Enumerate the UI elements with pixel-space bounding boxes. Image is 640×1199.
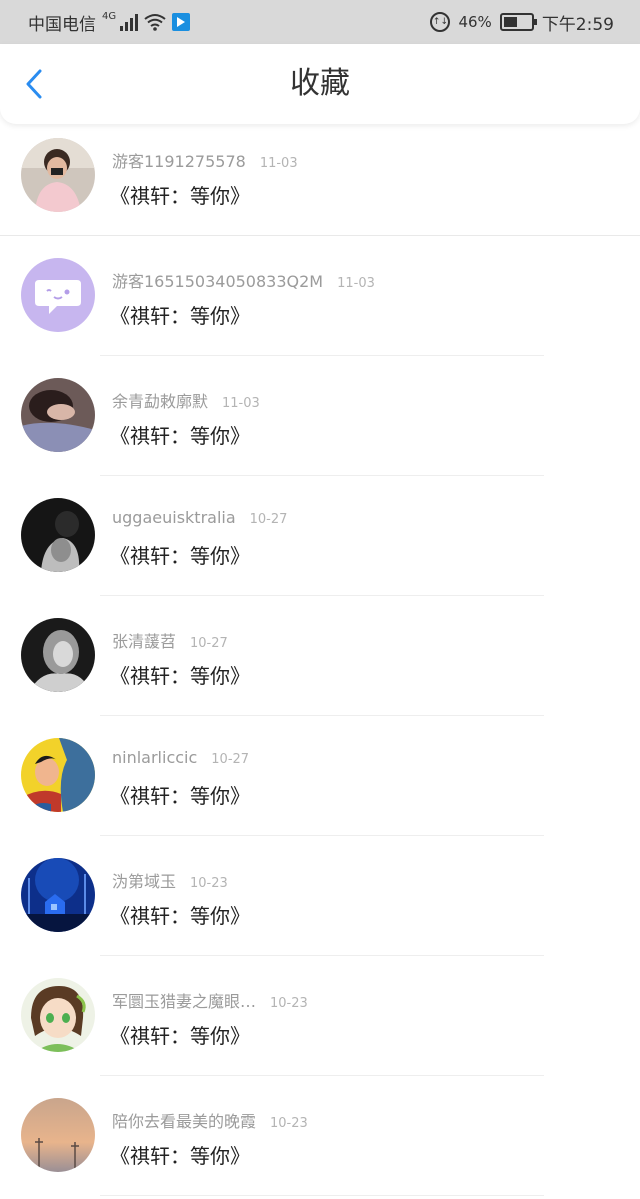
avatar [21, 498, 95, 572]
date: 10-23 [190, 876, 228, 891]
username: 游客1191275578 [112, 152, 246, 171]
status-right: ↑↓ 46% 下午2:59 [430, 11, 614, 35]
item-meta: 游客1191275578 11-03 [112, 148, 298, 172]
item-meta: 张清蘐苕 10-27 [112, 628, 228, 652]
list-item[interactable]: 军圜玉猎妻之魔眼… 10-23 《祺轩：等你》 [0, 956, 640, 1076]
username: 余青勐敕廓默 [112, 392, 209, 411]
header-bar: 收藏 [0, 44, 640, 124]
avatar [21, 138, 95, 212]
page-title: 收藏 [290, 66, 350, 101]
username: 陪你去看最美的晚霞 [112, 1112, 257, 1131]
work-title: 《祺轩：等你》 [110, 1024, 250, 1048]
username: 沩第域玉 [112, 872, 177, 891]
network-type: 4G [102, 10, 117, 22]
work-title: 《祺轩：等你》 [110, 304, 250, 328]
date: 10-27 [211, 752, 250, 767]
work-title: 《祺轩：等你》 [110, 784, 250, 808]
divider [100, 1195, 544, 1196]
list-item[interactable]: 陪你去看最美的晚霞 10-23 《祺轩：等你》 [0, 1076, 640, 1196]
avatar [21, 1098, 95, 1172]
signal-icon [120, 13, 139, 31]
username: 游客16515034050833Q2M [112, 272, 324, 291]
list-item[interactable]: 游客1191275578 11-03 《祺轩：等你》 [0, 124, 640, 236]
carrier-label: 中国电信 [28, 14, 96, 35]
work-title: 《祺轩：等你》 [110, 184, 250, 208]
battery-icon [499, 13, 537, 31]
work-title: 《祺轩：等你》 [110, 424, 250, 448]
avatar [21, 738, 95, 812]
item-meta: ninlarliccic 10-27 [112, 748, 249, 767]
date: 11-03 [259, 156, 298, 171]
nfc-icon [172, 13, 191, 31]
item-meta: 军圜玉猎妻之魔眼… 10-23 [112, 988, 308, 1012]
status-left: 中国电信 4G [28, 10, 191, 35]
date: 11-03 [337, 276, 375, 291]
list-item[interactable]: uggaeuisktralia 10-27 《祺轩：等你》 [0, 476, 640, 596]
status-bar: 中国电信 4G ↑↓ 46% 下午2:59 [0, 0, 640, 44]
item-meta: 沩第域玉 10-23 [112, 868, 228, 892]
list-item[interactable]: 沩第域玉 10-23 《祺轩：等你》 [0, 836, 640, 956]
date: 11-03 [222, 396, 260, 411]
avatar [21, 258, 95, 332]
avatar [21, 978, 95, 1052]
date: 10-23 [270, 996, 308, 1011]
work-title: 《祺轩：等你》 [110, 664, 250, 688]
date: 10-27 [190, 636, 228, 651]
list-item[interactable]: ninlarliccic 10-27 《祺轩：等你》 [0, 716, 640, 836]
item-meta: 陪你去看最美的晚霞 10-23 [112, 1108, 308, 1132]
username: ninlarliccic [112, 748, 198, 767]
avatar [21, 858, 95, 932]
item-meta: 余青勐敕廓默 11-03 [112, 388, 260, 412]
battery-percent: 46% [458, 13, 492, 31]
username: 张清蘐苕 [112, 632, 177, 651]
clock: 下午2:59 [541, 14, 614, 35]
username: 军圜玉猎妻之魔眼… [112, 992, 257, 1011]
avatar [21, 378, 95, 452]
date: 10-27 [249, 512, 288, 527]
date: 10-23 [270, 1116, 308, 1131]
avatar [21, 618, 95, 692]
list-item[interactable]: 游客16515034050833Q2M 11-03 《祺轩：等你》 [0, 236, 640, 356]
work-title: 《祺轩：等你》 [110, 904, 250, 928]
item-meta: uggaeuisktralia 10-27 [112, 508, 287, 527]
favorites-list: 游客1191275578 11-03 《祺轩：等你》 游客16515034050… [0, 124, 640, 1196]
list-item[interactable]: 张清蘐苕 10-27 《祺轩：等你》 [0, 596, 640, 716]
item-meta: 游客16515034050833Q2M 11-03 [112, 268, 375, 292]
list-item[interactable]: 余青勐敕廓默 11-03 《祺轩：等你》 [0, 356, 640, 476]
data-saver-icon: ↑↓ [430, 12, 451, 32]
username: uggaeuisktralia [112, 508, 236, 527]
wifi-icon [144, 14, 166, 31]
work-title: 《祺轩：等你》 [110, 1144, 250, 1168]
work-title: 《祺轩：等你》 [110, 544, 250, 568]
